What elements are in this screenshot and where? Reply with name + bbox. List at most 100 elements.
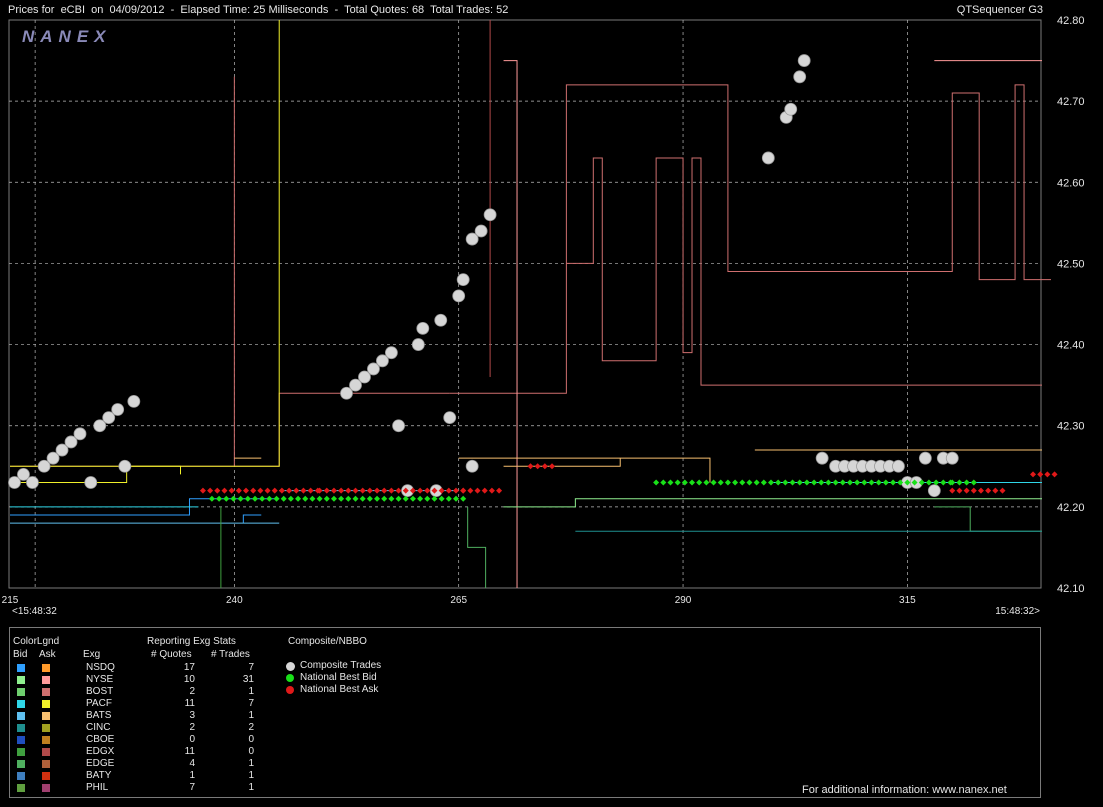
trade-point (384, 346, 398, 360)
bid-color-swatch (17, 772, 25, 780)
exchange-quote-count: 10 (183, 674, 195, 685)
exchange-quote-count: 7 (189, 782, 195, 793)
exchange-quote-count: 1 (189, 770, 195, 781)
x-tick-label: 290 (675, 595, 692, 606)
trade-point (474, 224, 488, 238)
trade-point (434, 313, 448, 327)
ask-color-swatch (42, 772, 50, 780)
trade-point (26, 476, 39, 489)
plot-area (8, 19, 1042, 589)
composite-legend-label: National Best Bid (300, 672, 377, 683)
composite-legend-marker (286, 674, 294, 682)
price-chart: 42.10 42.20 42.30 42.40 42.50 42.60 42.70 42.80… (2, 15, 1085, 617)
legend-bid-header: Bid (13, 649, 28, 660)
ask-color-swatch (42, 676, 50, 684)
y-tick-label: 42.60 (1057, 177, 1085, 189)
trade-point (127, 394, 141, 408)
exchange-name: PACF (86, 698, 112, 709)
trade-point (411, 338, 425, 351)
exchange-quote-count: 2 (189, 722, 195, 733)
trade-point (797, 54, 811, 67)
exchange-name: NYSE (86, 674, 114, 685)
exchange-name: BATY (86, 770, 112, 781)
legend-exg-header: Exg (83, 649, 101, 660)
y-tick-label: 42.40 (1057, 340, 1085, 352)
exchange-name: CBOE (86, 734, 115, 745)
trade-point (483, 208, 497, 222)
trade-point (945, 451, 959, 465)
x-tick-label: 315 (899, 595, 916, 606)
exchange-trade-count: 1 (248, 782, 254, 793)
ask-color-swatch (42, 736, 50, 744)
trade-point (815, 451, 829, 465)
bid-color-swatch (17, 736, 25, 744)
legend-composite-title: Composite/NBBO (288, 636, 367, 647)
x-tick-label: 240 (226, 595, 243, 606)
bid-color-swatch (17, 724, 25, 732)
trade-point (784, 102, 798, 116)
exchange-quote-count: 4 (189, 758, 195, 769)
trade-point (452, 289, 466, 303)
y-tick-label: 42.50 (1057, 258, 1085, 270)
legend-ask-header: Ask (39, 649, 56, 660)
ask-color-swatch (42, 700, 50, 708)
x-tick-label: 265 (450, 595, 467, 606)
exchange-trade-count: 1 (248, 758, 254, 769)
bid-color-swatch (17, 664, 25, 672)
exchange-trade-count: 0 (248, 746, 254, 757)
bid-color-swatch (17, 676, 25, 684)
exchange-name: PHIL (86, 782, 109, 793)
legend-stats-title: Reporting Exg Stats (147, 636, 236, 647)
bid-color-swatch (17, 688, 25, 696)
trade-point (416, 321, 430, 335)
exchange-trade-count: 1 (248, 710, 254, 721)
trade-point (793, 70, 807, 84)
y-tick-label: 42.10 (1057, 583, 1085, 595)
exchange-name: NSDQ (86, 662, 115, 673)
exchange-trade-count: 0 (248, 734, 254, 745)
ask-color-swatch (42, 784, 50, 792)
best-ask-point (1051, 471, 1058, 478)
exchange-quote-count: 0 (189, 734, 195, 745)
composite-legend-marker (286, 686, 294, 694)
exchange-quote-count: 3 (189, 710, 195, 721)
bid-color-swatch (17, 760, 25, 768)
trade-point (73, 427, 87, 441)
y-tick-label: 42.20 (1057, 502, 1085, 514)
y-tick-label: 42.70 (1057, 96, 1085, 108)
exchange-quote-count: 11 (184, 746, 195, 757)
bid-color-swatch (17, 748, 25, 756)
exchange-quote-count: 11 (184, 698, 195, 709)
legend-quotes-header: # Quotes (151, 649, 192, 660)
trade-point (111, 403, 125, 416)
footer-info: For additional information: www.nanex.ne… (802, 784, 1007, 796)
trade-point (761, 151, 775, 165)
ask-color-swatch (42, 712, 50, 720)
trade-point (84, 476, 98, 489)
exchange-quote-count: 17 (183, 662, 195, 673)
trade-point (927, 484, 941, 498)
trade-point (918, 451, 932, 465)
exchange-name: EDGX (86, 746, 115, 757)
exchange-trade-count: 31 (242, 674, 254, 685)
time-left-label: <15:48:32 (12, 606, 57, 617)
composite-legend-label: National Best Ask (300, 684, 379, 695)
ask-color-swatch (42, 748, 50, 756)
exchange-quote-count: 2 (189, 686, 195, 697)
best-ask-point (1044, 471, 1051, 478)
exchange-trade-count: 7 (248, 698, 254, 709)
exchange-name: BATS (86, 710, 112, 721)
trade-point (892, 459, 905, 473)
exchange-trade-count: 2 (248, 722, 254, 733)
exchange-name: BOST (86, 686, 114, 697)
exchange-trade-count: 7 (248, 662, 254, 673)
exchange-name: EDGE (86, 758, 115, 769)
trade-point (118, 459, 132, 473)
exchange-trade-count: 1 (248, 686, 254, 697)
ask-color-swatch (42, 724, 50, 732)
x-tick-label: 215 (2, 595, 19, 606)
exchange-trade-count: 1 (248, 770, 254, 781)
trade-point (443, 411, 457, 425)
bid-color-swatch (17, 712, 25, 720)
legend-panel: ColorLgnd Bid Ask Exg Reporting Exg Stat… (9, 627, 1041, 798)
